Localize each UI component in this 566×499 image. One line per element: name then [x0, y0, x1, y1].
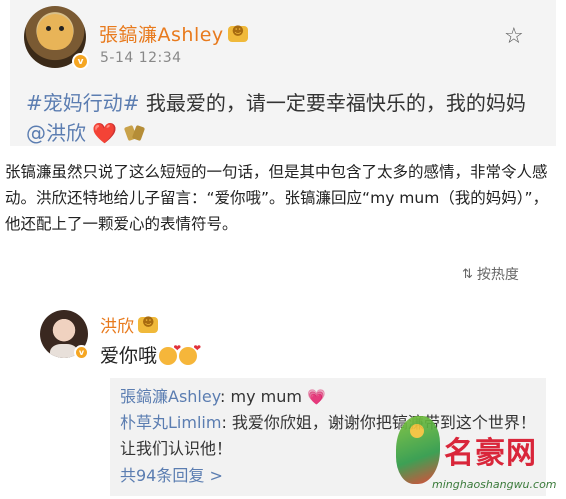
article-paragraph: 张镐濂虽然只说了这么短短的一句话，但是其中包含了太多的感情，非常令人感动。洪欣还… — [5, 163, 549, 233]
star-icon[interactable]: ☆ — [504, 24, 524, 49]
sort-icon: ⇅ — [462, 266, 473, 282]
reply-username[interactable]: 張鎬濂Ashley — [120, 387, 220, 406]
comment-username-text[interactable]: 洪欣 — [100, 317, 134, 337]
watermark-url: minghaoshangwu.com — [432, 478, 557, 491]
site-watermark: 名豪网 minghaoshangwu.com — [386, 400, 566, 499]
post-body: #宠妈行动# 我最爱的，请一定要幸福快乐的，我的妈妈 @洪欣 ❤️ — [26, 88, 526, 148]
post-username[interactable]: 張鎬濂Ashley — [99, 20, 248, 47]
post-text: 我最爱的，请一定要幸福快乐的，我的妈妈 — [139, 91, 526, 115]
vip-crown-icon — [227, 24, 248, 42]
reply-text: : my mum — [220, 387, 308, 406]
verified-badge-icon: v — [72, 53, 89, 70]
vip-crown-icon — [138, 315, 158, 333]
shiba-dog-icon — [37, 14, 73, 50]
kiss-emoji-icon — [179, 344, 201, 365]
post-username-text[interactable]: 張鎬濂Ashley — [99, 24, 224, 46]
watermark-title: 名豪网 — [444, 436, 537, 471]
pink-heart-icon: 💗 — [307, 388, 326, 406]
comment-text: 爱你哦 — [100, 341, 201, 368]
sort-label: 按热度 — [476, 267, 519, 283]
kiss-emoji-icon — [159, 344, 181, 365]
post-timestamp: 5-14 12:34 — [100, 50, 182, 66]
weibo-post-card: v 張鎬濂Ashley 5-14 12:34 ☆ #宠妈行动# 我最爱的，请一定… — [10, 0, 556, 146]
topic-link[interactable]: #宠妈行动# — [26, 91, 140, 115]
mention-link[interactable]: @洪欣 — [26, 121, 86, 145]
verified-badge-icon: v — [74, 345, 89, 360]
reply-username[interactable]: 朴草丸Limlim — [120, 413, 221, 432]
beer-clink-icon — [124, 123, 146, 143]
comment-username[interactable]: 洪欣 — [100, 312, 158, 337]
sort-by-hot-button[interactable]: ⇅ 按热度 — [462, 264, 519, 284]
watermark-logo-icon — [396, 416, 440, 484]
heart-icon: ❤️ — [92, 121, 118, 145]
comment-text-body: 爱你哦 — [100, 345, 158, 367]
